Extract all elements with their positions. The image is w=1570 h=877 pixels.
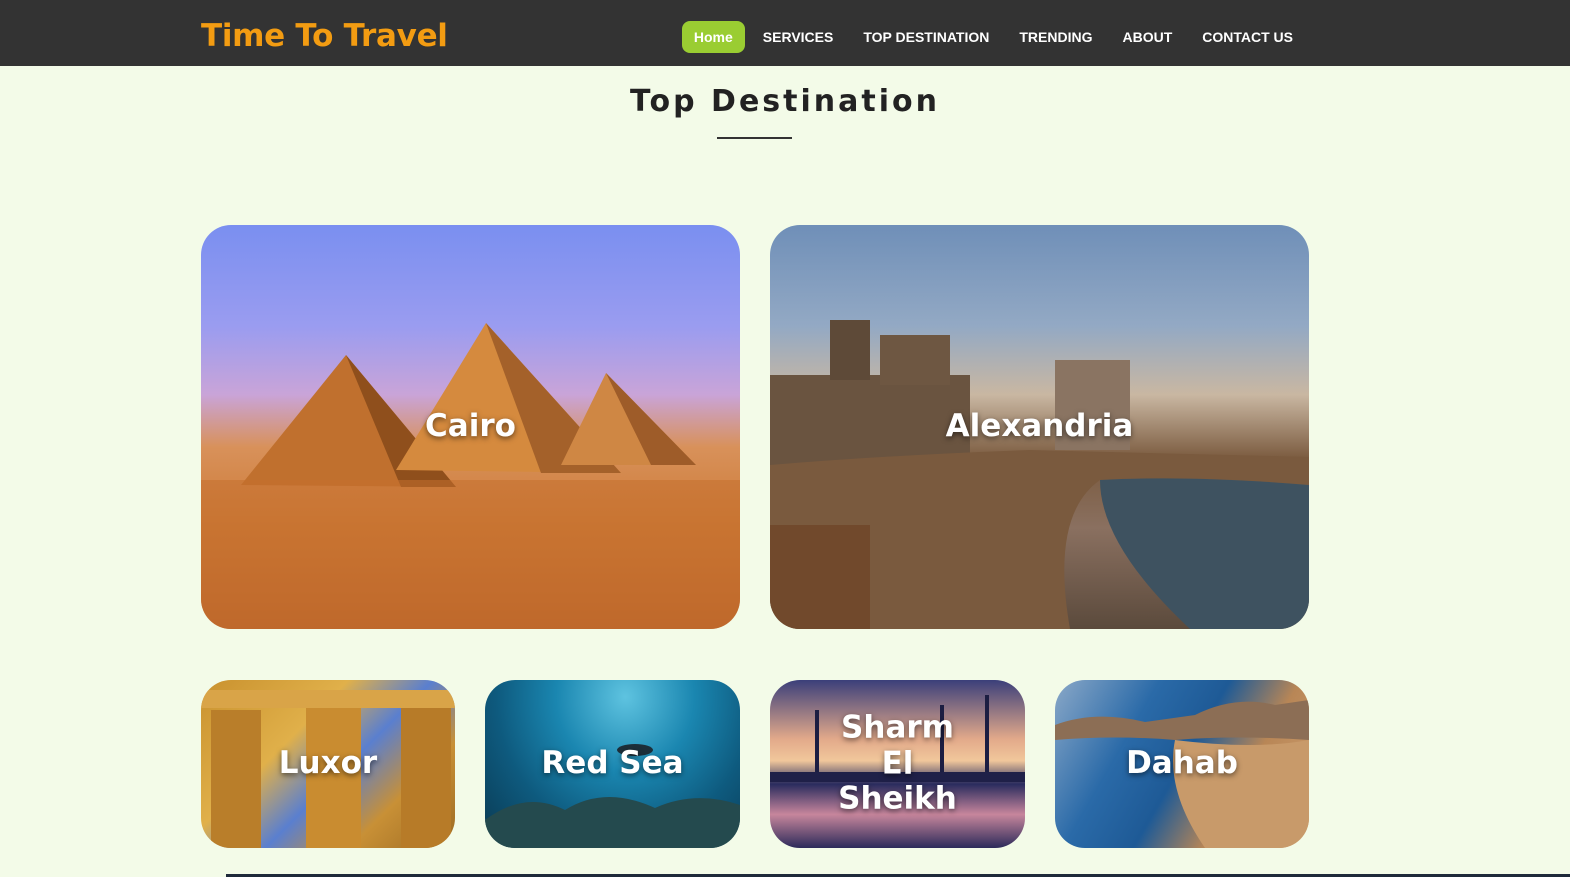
brand-logo-text[interactable]: Time To Travel <box>201 16 448 56</box>
destination-card-sharm-el-sheikh[interactable]: Sharm El Sheikh <box>770 680 1025 848</box>
card-label-luxor: Luxor <box>278 745 378 782</box>
title-underline <box>717 137 792 139</box>
card-label-alexandria: Alexandria <box>945 408 1134 445</box>
main-nav: Home SERVICES TOP DESTINATION TRENDING A… <box>681 21 1308 53</box>
card-label-dahab: Dahab <box>1126 745 1238 782</box>
nav-services[interactable]: SERVICES <box>748 21 849 53</box>
card-label-red-sea: Red Sea <box>541 745 684 782</box>
card-label-sharm-el-sheikh: Sharm El Sheikh <box>838 709 957 817</box>
destination-card-luxor[interactable]: Luxor <box>201 680 455 848</box>
nav-top-destination[interactable]: TOP DESTINATION <box>848 21 1004 53</box>
section-title: Top Destination <box>630 84 940 119</box>
top-navbar: Time To Travel Home SERVICES TOP DESTINA… <box>0 0 1570 66</box>
destination-card-alexandria[interactable]: Alexandria <box>770 225 1309 629</box>
destination-card-red-sea[interactable]: Red Sea <box>485 680 740 848</box>
destination-card-cairo[interactable]: Cairo <box>201 225 740 629</box>
nav-contact-us[interactable]: CONTACT US <box>1187 21 1308 53</box>
nav-home[interactable]: Home <box>681 21 745 53</box>
nav-about[interactable]: ABOUT <box>1107 21 1187 53</box>
nav-trending[interactable]: TRENDING <box>1004 21 1107 53</box>
destination-card-dahab[interactable]: Dahab <box>1055 680 1309 848</box>
card-label-cairo: Cairo <box>425 408 516 445</box>
